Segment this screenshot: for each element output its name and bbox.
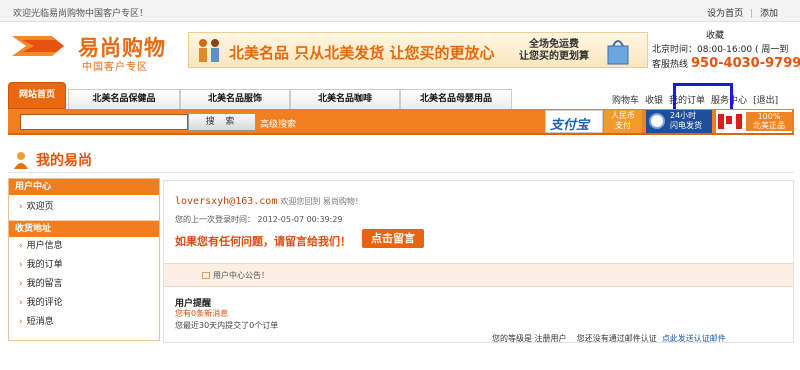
add-favorite-link[interactable]: 添加 [760, 9, 778, 19]
nav-tab-coffee[interactable]: 北美名品咖啡 [290, 89, 400, 109]
sidebar-section-address[interactable]: 收货地址 [9, 221, 159, 237]
alipay-badge: 支付宝 [545, 110, 603, 133]
nav-tab-baby[interactable]: 北美名品母婴用品 [400, 89, 512, 109]
page-title-text: 我的易尚 [36, 153, 92, 169]
person-icon [14, 152, 28, 169]
user-greeting: loversxyh@163.com 欢迎您回到 易尚购物！ [175, 196, 363, 207]
email-status: 您还没有通过邮件认证 [576, 334, 657, 343]
authentic-text: 100% 北美正品 [746, 112, 792, 131]
people-group-icon [199, 39, 219, 62]
set-home-link[interactable]: 设为首页 [707, 9, 743, 19]
search-bar: 搜 索 高级搜索 支付宝 人民币 支付 24小时 闪电发货 100% 北美正品 [8, 109, 794, 135]
sidebar-item-my-orders[interactable]: 我的订单 [9, 256, 159, 275]
express-badge: 24小时 闪电发货 [646, 110, 712, 133]
banner-slogan: 北美名品 只从北美发货 让您买的更放心 [229, 44, 495, 62]
new-messages[interactable]: 您有0条新消息 [175, 308, 228, 319]
nav-tab-apparel[interactable]: 北美名品服饰 [180, 89, 290, 109]
advanced-search-link[interactable]: 高级搜索 [260, 117, 296, 130]
rmb-pay-badge: 人民币 支付 [604, 110, 642, 133]
last-login: 您的上一次登录时间： 2012-05-07 00:39:29 [175, 215, 343, 224]
rmb-line-2: 支付 [615, 121, 631, 130]
shopping-bag-icon [607, 40, 629, 65]
sidebar-item-welcome[interactable]: 欢迎页 [9, 198, 159, 217]
search-button[interactable]: 搜 索 [188, 113, 256, 131]
welcome-text: 欢迎光临易尚购物中国客户专区！ [13, 9, 149, 19]
envelope-icon [202, 272, 210, 279]
user-level: 您的等级是 注册用户 [492, 334, 567, 343]
rmb-line-1: 人民币 [611, 111, 635, 120]
hotline: 客服热线 950-4030-9799 [652, 56, 800, 71]
express-line-2: 闪电发货 [670, 121, 702, 130]
cart-link[interactable]: 购物车 [612, 96, 639, 106]
shipping-line-1: 全场免运费 [529, 39, 579, 50]
separator: | [750, 9, 754, 19]
sidebar-section-user-center: 用户中心 [9, 179, 159, 195]
business-hours: 北京时间：08:00-16:00 ( 周一到 [652, 45, 789, 55]
logo-arrow-icon [12, 36, 64, 56]
notice-bar: 用户中心公告！ [164, 263, 793, 287]
greeting-text: 欢迎您回到 易尚购物！ [280, 197, 363, 206]
hotline-phone: 950-4030-9799 [691, 56, 800, 71]
canada-line-2: 北美正品 [753, 121, 785, 130]
maple-leaf-icon [726, 116, 732, 124]
site-logo[interactable]: 易尚购物 中国客户专区 [12, 28, 190, 74]
leave-message-button[interactable]: 点击留言 [362, 229, 424, 248]
logout-link[interactable]: [退出] [753, 96, 778, 106]
favorites-link[interactable]: 收银 [645, 96, 663, 106]
account-status: 您的等级是 注册用户 您还没有通过邮件认证 点此发送认证邮件 [492, 333, 726, 344]
sidebar-item-my-reviews[interactable]: 我的评论 [9, 294, 159, 313]
divider [8, 172, 794, 173]
top-links: 设为首页 | 添加 [703, 6, 778, 19]
search-input[interactable] [20, 114, 188, 130]
notice-text[interactable]: 用户中心公告！ [213, 270, 269, 281]
username: loversxyh@163.com [175, 196, 278, 207]
canada-line-1: 100% [757, 112, 781, 121]
nav-home-tab[interactable]: 网站首页 [8, 82, 66, 109]
express-text: 24小时 闪电发货 [670, 111, 702, 131]
sidebar: 用户中心 欢迎页 收货地址 用户信息 我的订单 我的留言 我的评论 短消息 [8, 178, 160, 341]
hotline-label: 客服热线 [652, 60, 689, 70]
promo-banner[interactable]: 北美名品 只从北美发货 让您买的更放心 全场免运费 让您买的更划算 [188, 32, 648, 68]
alipay-logo: 支付宝 [550, 118, 590, 133]
main-content: loversxyh@163.com 欢迎您回到 易尚购物！ 您的上一次登录时间： … [163, 180, 794, 343]
sidebar-item-my-messages[interactable]: 我的留言 [9, 275, 159, 294]
clock-icon [649, 113, 665, 129]
send-verification-link[interactable]: 点此发送认证邮件 [662, 334, 726, 343]
top-bar: 欢迎光临易尚购物中国客户专区！ 设为首页 | 添加 [0, 0, 800, 22]
free-shipping-text: 全场免运费 让您买的更划算 [514, 39, 594, 63]
favorite-link[interactable]: 收藏 [706, 28, 724, 41]
logo-subtitle: 中国客户专区 [82, 62, 148, 73]
canada-badge: 100% 北美正品 [716, 110, 792, 133]
question-prompt: 如果您有任何问题，请留言给我们！ [175, 235, 351, 248]
nav-tab-health[interactable]: 北美名品保健品 [68, 89, 180, 109]
recent-orders: 您最近30天内提交了0个订单 [175, 321, 279, 330]
sidebar-item-short-messages[interactable]: 短消息 [9, 313, 159, 332]
express-line-1: 24小时 [670, 111, 697, 120]
shipping-line-2: 让您买的更划算 [519, 51, 589, 62]
sidebar-item-user-info[interactable]: 用户信息 [9, 237, 159, 256]
